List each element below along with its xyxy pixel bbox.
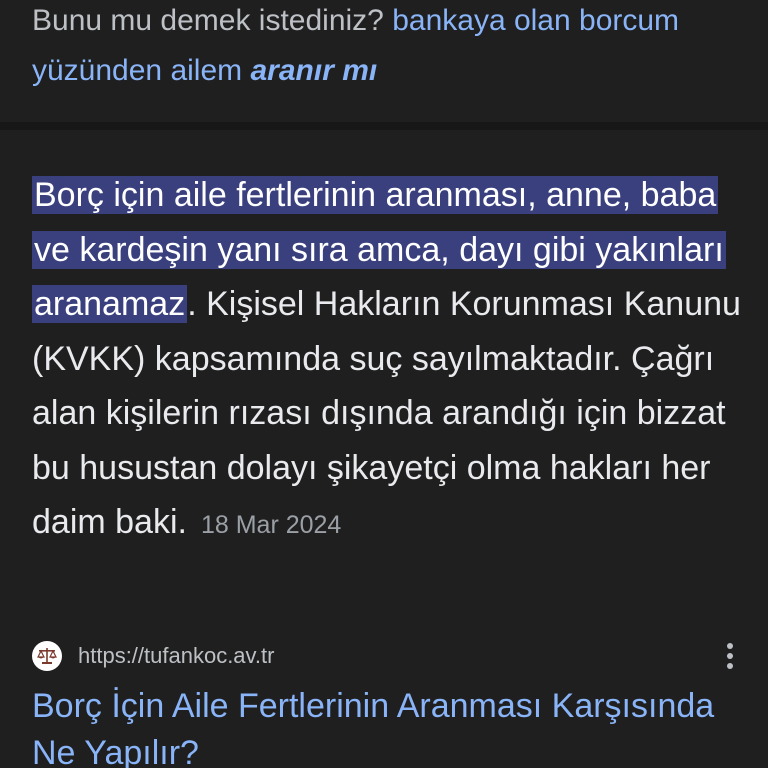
- more-dot: [727, 643, 733, 649]
- snippet-highlight-line-1: Borç için aile fertlerinin aranması,: [34, 176, 537, 214]
- more-dot: [727, 663, 733, 669]
- result-url: https://tufankoc.av.tr: [78, 643, 275, 668]
- did-you-mean: Bunu mu demek istediniz? bankaya olan bo…: [32, 0, 732, 96]
- more-dot: [727, 653, 733, 659]
- search-results-page: Bunu mu demek istediniz? bankaya olan bo…: [0, 0, 768, 768]
- snippet-date: 18 Mar 2024: [200, 511, 342, 539]
- section-divider: [0, 122, 768, 130]
- did-you-mean-correction: aranır mı: [250, 54, 378, 87]
- result-source[interactable]: https://tufankoc.av.tr: [32, 638, 742, 674]
- more-vert-icon[interactable]: [726, 643, 734, 669]
- result-title-link[interactable]: Borç İçin Aile Fertlerinin Aranması Karş…: [32, 683, 742, 768]
- featured-snippet: Borç için aile fertlerinin aranması, ann…: [32, 168, 742, 553]
- snippet-text: . Kişisel Hakların Korunması Kanunu (KVK…: [32, 285, 741, 541]
- scales-of-justice-icon: [32, 641, 62, 671]
- did-you-mean-prefix: Bunu mu demek istediniz?: [32, 4, 384, 37]
